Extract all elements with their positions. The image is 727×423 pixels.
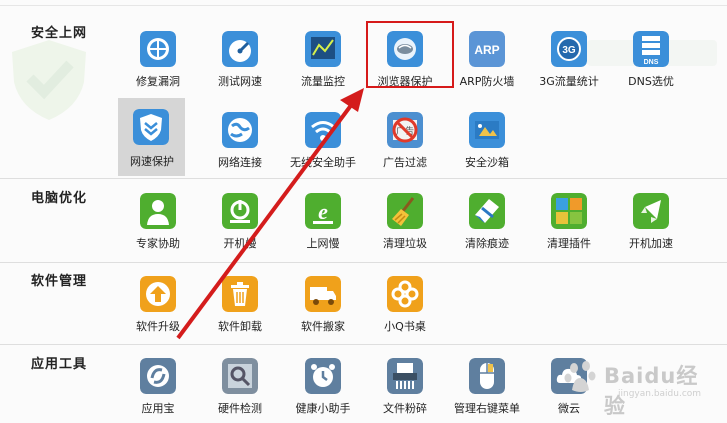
tool-file-shred[interactable]: 文件粉碎 [365, 350, 445, 420]
tool-app-bao[interactable]: 应用宝 [118, 350, 198, 420]
tool-label: DNS选优 [628, 75, 674, 88]
svg-text:3G: 3G [562, 45, 576, 56]
eraser-icon [469, 193, 505, 229]
baidu-watermark: Baidu经验 jingyan.baidu.com [560, 356, 720, 418]
svg-text:e: e [318, 199, 328, 224]
tool-label: 开机加速 [629, 237, 673, 250]
upgrade-arrow-icon [140, 276, 176, 312]
broom-icon [387, 193, 423, 229]
puzzle-icon [551, 193, 587, 229]
tool-clean-plugins[interactable]: 清理插件 [529, 185, 609, 255]
section-divider [0, 178, 727, 179]
tool-slow-internet[interactable]: e 上网慢 [283, 185, 363, 255]
truck-icon [305, 276, 341, 312]
power-icon [222, 193, 258, 229]
tool-health-assistant[interactable]: 健康小助手 [283, 350, 363, 420]
arp-icon: ARP [469, 31, 505, 67]
globe-network-icon [222, 112, 258, 148]
appbao-icon [140, 358, 176, 394]
highlight-box [366, 21, 454, 88]
expert-person-icon [140, 193, 176, 229]
speedometer-icon [222, 31, 258, 67]
tool-right-click-menu[interactable]: 管理右键菜单 [447, 350, 527, 420]
tool-ad-filter[interactable]: 广告 广告过滤 [365, 104, 445, 174]
tool-arp-firewall[interactable]: ARP ARP防火墙 [447, 23, 527, 93]
tool-xiaoq-desk[interactable]: 小Q书桌 [365, 268, 445, 338]
magnifier-icon [222, 358, 258, 394]
dns-server-icon: DNS [633, 31, 669, 67]
tool-security-sandbox[interactable]: 安全沙箱 [447, 104, 527, 174]
tool-3g-traffic[interactable]: 3G 3G流量统计 [529, 23, 609, 93]
repair-globe-icon [140, 31, 176, 67]
tool-speed-test[interactable]: 测试网速 [200, 23, 280, 93]
alarm-clock-icon [305, 358, 341, 394]
section-title-software: 软件管理 [31, 274, 88, 289]
3g-icon: 3G [551, 31, 587, 67]
section-title-optimize: 电脑优化 [31, 191, 88, 206]
tool-slow-boot[interactable]: 开机慢 [200, 185, 280, 255]
tool-net-speed-protection[interactable]: 网速保护 [118, 98, 185, 176]
wifi-icon [305, 112, 341, 148]
tool-software-upgrade[interactable]: 软件升级 [118, 268, 198, 338]
mouse-icon [469, 358, 505, 394]
ad-block-icon: 广告 [387, 112, 423, 148]
rocket-icon [633, 193, 669, 229]
tool-traffic-monitor[interactable]: 流量监控 [283, 23, 363, 93]
tool-label: 小Q书桌 [384, 320, 426, 333]
tool-hardware-check[interactable]: 硬件检测 [200, 350, 280, 420]
tool-wireless-security[interactable]: 无线安全助手 [283, 104, 363, 174]
tool-repair-vulnerability[interactable]: 修复漏洞 [118, 23, 198, 93]
tool-software-move[interactable]: 软件搬家 [283, 268, 363, 338]
section-divider [0, 344, 727, 345]
tool-clean-junk[interactable]: 清理垃圾 [365, 185, 445, 255]
section-title-security: 安全上网 [31, 26, 88, 41]
shield-chevron-icon [133, 109, 169, 145]
tool-software-uninstall[interactable]: 软件卸载 [200, 268, 280, 338]
tool-expert-assist[interactable]: 专家协助 [118, 185, 198, 255]
clover-icon [387, 276, 423, 312]
tool-boot-accelerate[interactable]: 开机加速 [611, 185, 691, 255]
tool-dns-select[interactable]: DNS DNS选优 [611, 23, 691, 93]
section-title-apps: 应用工具 [31, 357, 88, 372]
tool-label: 网速保护 [130, 155, 174, 168]
tool-clear-traces[interactable]: 清除痕迹 [447, 185, 527, 255]
svg-text:DNS: DNS [644, 59, 659, 66]
baidu-watermark-url: jingyan.baidu.com [618, 389, 702, 399]
sandbox-icon [469, 112, 505, 148]
svg-text:ARP: ARP [474, 43, 499, 57]
tool-network-connection[interactable]: 网络连接 [200, 104, 280, 174]
top-divider [0, 5, 727, 6]
paw-icon [564, 361, 596, 392]
watermark-shield-icon [12, 40, 86, 120]
shredder-icon [387, 358, 423, 394]
tool-label: 安全沙箱 [465, 156, 509, 169]
chart-monitor-icon [305, 31, 341, 67]
section-divider [0, 262, 727, 263]
ie-browser-icon: e [305, 193, 341, 229]
trash-icon [222, 276, 258, 312]
